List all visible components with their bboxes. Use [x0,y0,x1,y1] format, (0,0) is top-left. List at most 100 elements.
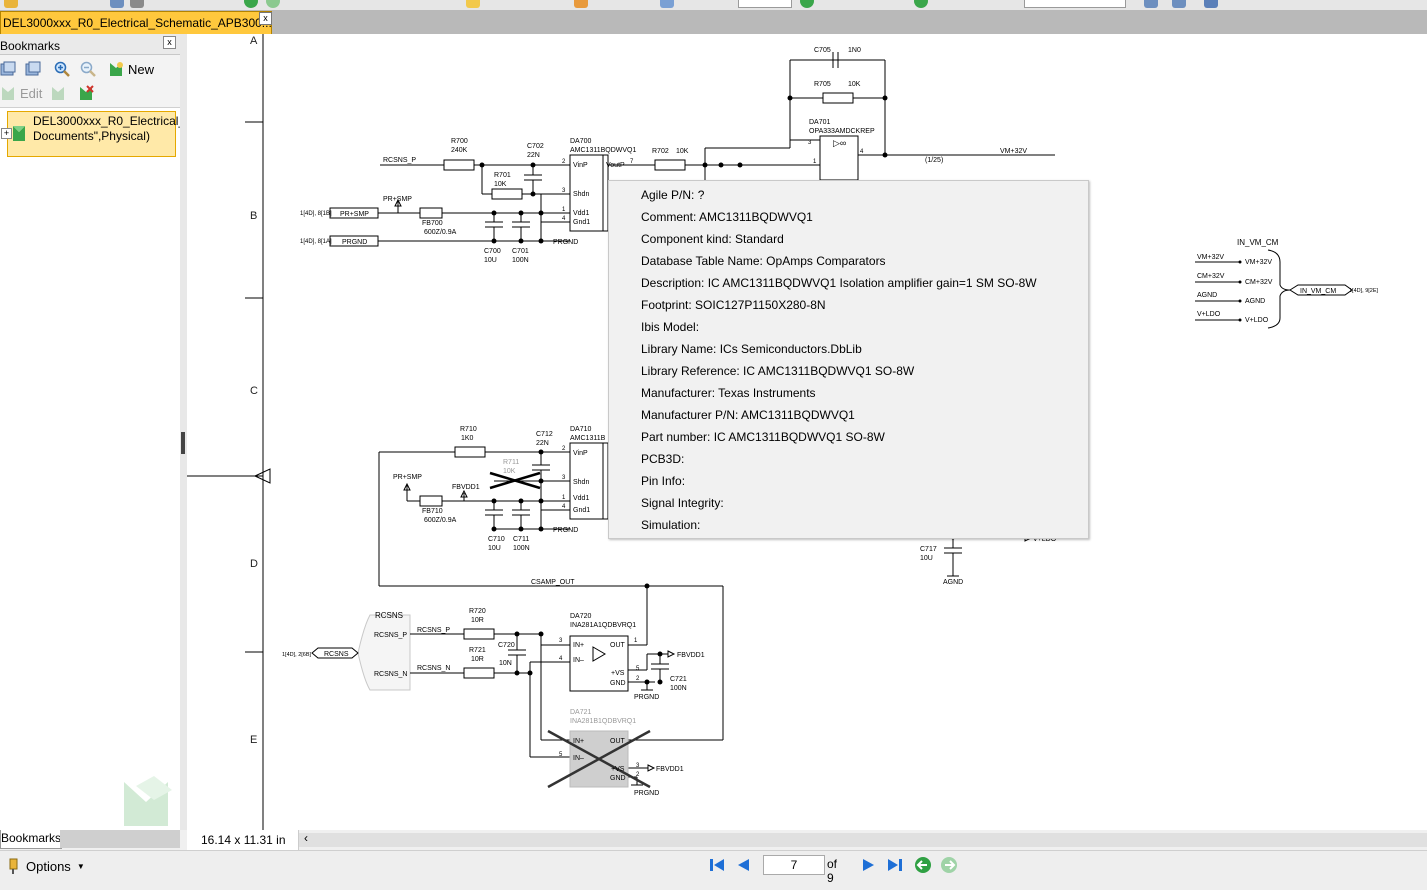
back-icon[interactable] [244,0,258,8]
options-icon [9,858,18,874]
svg-text:4: 4 [562,216,566,222]
csamp-out-net: CSAMP_OUT [531,579,575,586]
document-tab[interactable]: DEL3000xxx_R0_Electrical_Schematic_APB30… [0,11,272,34]
zone-letter: A [250,35,258,47]
tooltip-part-number: Part number: IC AMC1311BQDWVQ1 SO-8W [641,430,885,444]
c712-label: C712 [536,431,553,438]
options-label: Options [26,858,71,874]
da721-pin-out: OUT [610,738,626,745]
options-button[interactable]: Options ▼ [8,855,85,877]
green-go-2-icon[interactable] [914,0,928,8]
r711-label: R711 [503,459,519,466]
zoom-in-button[interactable] [54,59,70,79]
bookmarks-title: Bookmarks [0,39,61,53]
green-go-icon[interactable] [800,0,814,8]
open-icon[interactable] [4,0,18,8]
select-icon[interactable] [466,0,480,8]
da710-label: DA710 [570,426,592,433]
tooltip-simulation: Simulation: [641,518,701,532]
forward-icon[interactable] [266,0,280,8]
rcsns-ref: 1[4D], 2[6B] [282,652,312,658]
c717-value: 10U [920,555,933,562]
pr-smp-net: PR+SMP [383,196,412,203]
fb710-label: FB710 [422,508,443,515]
edit-bookmark-button[interactable]: Edit [0,83,42,103]
zoom-field[interactable] [738,0,792,8]
panel-splitter[interactable] [180,34,187,830]
tooltip-db-table: Database Table Name: OpAmps Comparators [641,254,886,268]
next-page-icon[interactable] [860,856,878,874]
print-icon[interactable] [130,0,144,8]
expand-all-button[interactable] [0,59,16,79]
bookmarks-bottom-tab[interactable]: Bookmarks [0,830,62,849]
zoom-icon[interactable] [574,0,588,8]
collapse-all-icon [25,61,41,76]
new-bookmark-button[interactable]: New [108,59,154,79]
bottom-prgnd-b: PRGND [634,790,659,797]
svg-text:▷∞: ▷∞ [833,138,846,148]
move-bookmark-button[interactable] [50,83,66,103]
zoom-out-button[interactable] [80,59,96,79]
c701-label: C701 [512,248,529,255]
bottom-fbvdd1: FBVDD1 [677,652,705,659]
collapse-arrow-icon[interactable] [181,432,185,454]
bookmark-item[interactable]: + DEL3000xxx_R0_Electrical_Schematic_APB… [1,111,338,157]
prsmp-ref: 1[4D], 8[1B] [300,211,332,217]
tooltip-manufacturer-pn: Manufacturer P/N: AMC1311BQDWVQ1 [641,408,855,422]
forward-view-icon[interactable] [940,856,958,874]
harness-labels: IN_VM_CM VM+32V CM+32V AGND V+LDO VM+32V… [1197,238,1379,324]
save-icon[interactable] [110,0,124,8]
bookmarks-panel: Bookmarks x New Edit + Documents",Physic… [0,34,338,830]
c702-value: 22N [527,152,540,159]
harness-net: VM+32V [1197,254,1224,261]
pin-shdn: Shdn [573,191,589,198]
c702-label: C702 [527,143,544,150]
svg-text:7: 7 [630,159,634,165]
document-view[interactable]: A B C D E C705 1N0 R705 10K DA701 OPA333… [187,34,1427,830]
delete-bookmark-icon [80,85,94,100]
page-number-input[interactable]: 7 [763,855,825,875]
back-view-icon[interactable] [914,856,932,874]
r720-label: R720 [469,608,486,615]
r721-value: 10R [471,656,484,663]
da720-pin-gnd: GND [610,680,626,687]
da700-label: DA700 [570,138,592,145]
harness-net: AGND [1197,292,1217,299]
page-icon[interactable] [660,0,674,8]
scroll-left-icon[interactable]: ‹ [299,831,313,845]
delete-bookmark-button[interactable] [78,83,94,103]
rcsns-n-pin: RCSNS_N [374,671,407,678]
da721-part: INA281B1QDBVRQ1 [570,718,636,725]
page-count-label: of 9 [827,857,838,885]
previous-page-icon[interactable] [734,856,752,874]
bookmarks-close-button[interactable]: x [163,36,176,49]
new-bookmark-icon [110,62,123,76]
tooltip-pcb3d: PCB3D: [641,452,685,466]
search-field[interactable] [1024,0,1126,8]
bookmark-item-label: DEL3000xxx_R0_Electrical_Schematic_APB30… [33,114,338,143]
first-page-icon[interactable] [708,856,726,874]
da721-label: DA721 [570,709,592,716]
options-dropdown-icon: ▼ [76,861,85,871]
tooltip-footprint: Footprint: SOIC127P1150X280-8N [641,298,826,312]
da721-pin-vs: +VS [611,766,625,773]
c710-label: C710 [488,536,505,543]
binoculars-2-icon[interactable] [1172,0,1186,8]
svg-text:2: 2 [636,676,640,682]
da721-pin-gnd: GND [610,775,626,782]
edit-bookmark-label: Edit [20,85,43,101]
last-page-icon[interactable] [886,856,904,874]
r700-value: 240K [451,147,468,154]
harness-pin: CM+32V [1245,279,1273,286]
binoculars-icon[interactable] [1144,0,1158,8]
tab-close-button[interactable]: x [259,12,272,25]
document-tab-bar: DEL3000xxx_R0_Electrical_Schematic_APB30… [0,10,1427,34]
prgnd-ref: 1[4D], 8[1A] [300,239,332,245]
pin-gnd1: Gnd1 [573,219,590,226]
check-icon[interactable] [1204,0,1218,8]
bottom-circuit-labels: CSAMP_OUT RCSNS RCSNS_P RCSNS_N RCSNS_P … [282,579,705,797]
pin-vinp: VinP [573,450,588,457]
collapse-all-button[interactable] [25,59,41,79]
svg-text:1: 1 [634,638,638,644]
horizontal-scrollbar[interactable]: ‹ [299,831,1427,847]
